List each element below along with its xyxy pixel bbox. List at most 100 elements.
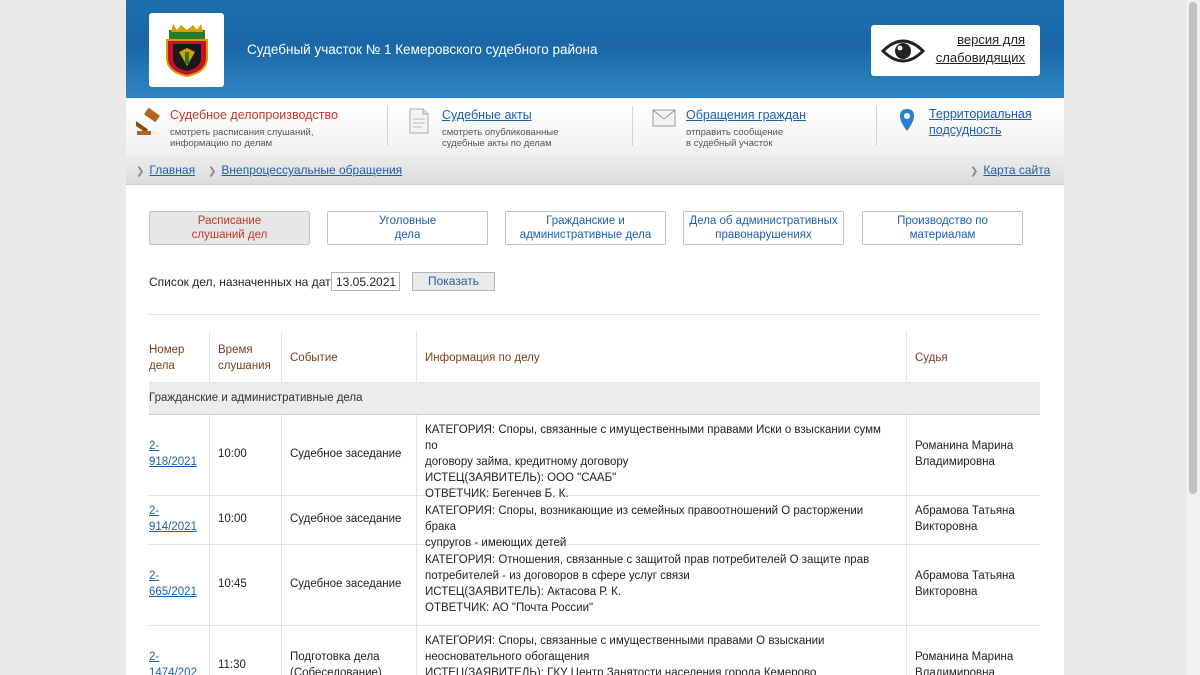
service-territorial-jurisdiction-link[interactable]: Территориальная подсудность	[929, 106, 1032, 138]
column-divider	[416, 545, 417, 625]
column-header-case-number: Номер дела	[149, 342, 184, 374]
services-nav: Судебное делопроизводство смотреть распи…	[126, 98, 1064, 156]
service-divider	[387, 106, 388, 146]
column-divider	[209, 626, 210, 675]
jurisdiction-link-line1: Территориальная	[929, 107, 1032, 121]
case-info-line: ОТВЕТЧИК: АО "Почта России"	[425, 602, 594, 614]
table-row: 2- 918/2021 10:00 Судебное заседание КАТЕ…	[149, 415, 1040, 500]
service-desc-line: информацию по делам	[170, 138, 273, 149]
column-divider	[416, 496, 417, 544]
header-line: Время	[218, 344, 253, 356]
gavel-icon	[136, 108, 160, 135]
tab-label-line1: Гражданские и	[546, 215, 625, 227]
case-number-cell: 2- 914/2021	[149, 503, 199, 535]
scrollbar[interactable]	[1186, 0, 1200, 675]
column-divider	[281, 415, 282, 495]
eye-icon	[881, 39, 925, 63]
hearing-time: 10:00	[218, 448, 247, 460]
case-number-link[interactable]: 2- 918/2021	[149, 440, 197, 468]
case-number-cell: 2-1474/2021	[149, 649, 199, 675]
date-input[interactable]	[331, 272, 400, 291]
judge-line: Владимировна	[915, 456, 995, 468]
service-divider	[632, 106, 633, 146]
tab-label-line2: административные дела	[519, 229, 652, 241]
column-divider	[209, 332, 210, 382]
table-row: 2- 665/2021 10:45 Судебное заседание КАТЕ…	[149, 545, 1040, 626]
case-info-cell: КАТЕГОРИЯ: Споры, связанные с имуществен…	[425, 633, 895, 675]
column-header-case-info: Информация по делу	[425, 352, 540, 364]
sitemap-link[interactable]: Карта сайта	[983, 163, 1050, 177]
show-button[interactable]: Показать	[412, 272, 495, 291]
tab-label-line2: слушаний дел	[191, 229, 268, 241]
header-line: дела	[149, 360, 175, 372]
judge-cell: Абрамова Татьяна Викторовна	[915, 503, 1035, 535]
judge-line: Абрамова Татьяна	[915, 570, 1015, 582]
column-divider	[906, 415, 907, 495]
tab-admin-offences[interactable]: Дела об административных правонарушениях	[683, 211, 844, 245]
case-info-line: КАТЕГОРИЯ: Споры, связанные с имуществен…	[425, 424, 881, 452]
judge-line: Викторовна	[915, 521, 978, 533]
service-court-acts-link[interactable]: Судебные акты	[442, 108, 532, 122]
case-info-line: ИСТЕЦ(ЗАЯВИТЕЛЬ): ГКУ Центр Занятости на…	[425, 667, 817, 675]
case-info-cell: КАТЕГОРИЯ: Отношения, связанные с защито…	[425, 552, 895, 616]
chevron-right-icon: ❯	[136, 166, 145, 177]
case-number-link[interactable]: 2-1474/2021	[149, 651, 197, 675]
breadcrumb-home-link[interactable]: Главная	[149, 163, 195, 177]
judge-line: Романина Марина	[915, 651, 1014, 663]
low-vision-label: версия для слабовидящих	[931, 31, 1025, 67]
service-desc-line: смотреть расписания слушаний,	[170, 127, 314, 138]
site-header: Судебный участок № 1 Кемеровского судебн…	[126, 0, 1064, 98]
low-vision-label-line1: версия для	[957, 32, 1025, 47]
service-citizen-appeals-desc: отправить сообщение в судебный участок	[686, 127, 783, 149]
table-row: 2-1474/2021 11:30 Подготовка дела (Собес…	[149, 626, 1040, 675]
column-divider	[906, 332, 907, 382]
case-number-cell: 2- 665/2021	[149, 568, 199, 600]
breadcrumb: ❯ Главная ❯ Внепроцессуальные обращения ❯ К…	[126, 156, 1064, 185]
table-row: 2- 914/2021 10:00 Судебное заседание КАТЕ…	[149, 496, 1040, 549]
case-info-line: неосновательного обогащения	[425, 651, 590, 663]
case-info-line: КАТЕГОРИЯ: Отношения, связанные с защито…	[425, 554, 870, 566]
service-desc-line: смотреть опубликованные	[442, 127, 559, 138]
scrollbar-thumb[interactable]	[1189, 2, 1197, 494]
column-header-event: Событие	[290, 352, 338, 364]
column-divider	[906, 545, 907, 625]
judge-line: Абрамова Татьяна	[915, 505, 1015, 517]
service-court-proceedings-link[interactable]: Судебное делопроизводство	[170, 108, 338, 122]
coat-of-arms-logo[interactable]	[149, 13, 224, 87]
low-vision-version-button[interactable]: версия для слабовидящих	[871, 25, 1040, 76]
tab-hearing-schedule[interactable]: Расписание слушаний дел	[149, 211, 310, 245]
tab-materials[interactable]: Производство по материалам	[862, 211, 1023, 245]
case-number-link[interactable]: 2- 665/2021	[149, 570, 197, 598]
tab-criminal-cases[interactable]: Уголовные дела	[327, 211, 488, 245]
tab-civil-admin-cases[interactable]: Гражданские и административные дела	[505, 211, 666, 245]
breadcrumb-item-sitemap: ❯ Карта сайта	[970, 163, 1050, 177]
event-line: (Собеседование)	[290, 667, 382, 675]
service-desc-line: в судебный участок	[686, 138, 773, 149]
case-number-link[interactable]: 2- 914/2021	[149, 505, 197, 533]
hearing-time: 10:00	[218, 513, 247, 525]
column-divider	[416, 415, 417, 495]
judge-cell: Абрамова Татьяна Викторовна	[915, 568, 1035, 600]
tab-label-line1: Уголовные	[378, 215, 437, 227]
column-divider	[906, 496, 907, 544]
service-citizen-appeals-link[interactable]: Обращения граждан	[686, 108, 806, 122]
column-divider	[906, 626, 907, 675]
group-title: Гражданские и административные дела	[149, 392, 363, 404]
case-number-cell: 2- 918/2021	[149, 438, 199, 470]
event-line: Подготовка дела	[290, 651, 380, 663]
coat-of-arms-icon	[166, 24, 208, 78]
judge-line: Романина Марина	[915, 440, 1014, 452]
header-line: слушания	[218, 360, 271, 372]
column-divider	[281, 332, 282, 382]
breadcrumb-item-home: ❯ Главная	[136, 163, 195, 177]
breadcrumb-current-link[interactable]: Внепроцессуальные обращения	[221, 163, 402, 177]
case-info-line: договору займа, кредитному договору	[425, 456, 629, 468]
case-info-cell: КАТЕГОРИЯ: Споры, возникающие из семейны…	[425, 503, 895, 551]
tab-label-line2: правонарушениях	[715, 229, 812, 241]
service-court-proceedings-desc: смотреть расписания слушаний, информацию…	[170, 127, 313, 149]
chevron-right-icon: ❯	[970, 166, 979, 177]
case-info-line: КАТЕГОРИЯ: Споры, возникающие из семейны…	[425, 505, 864, 533]
service-divider	[876, 106, 877, 146]
chevron-right-icon: ❯	[208, 166, 217, 177]
column-divider	[281, 545, 282, 625]
